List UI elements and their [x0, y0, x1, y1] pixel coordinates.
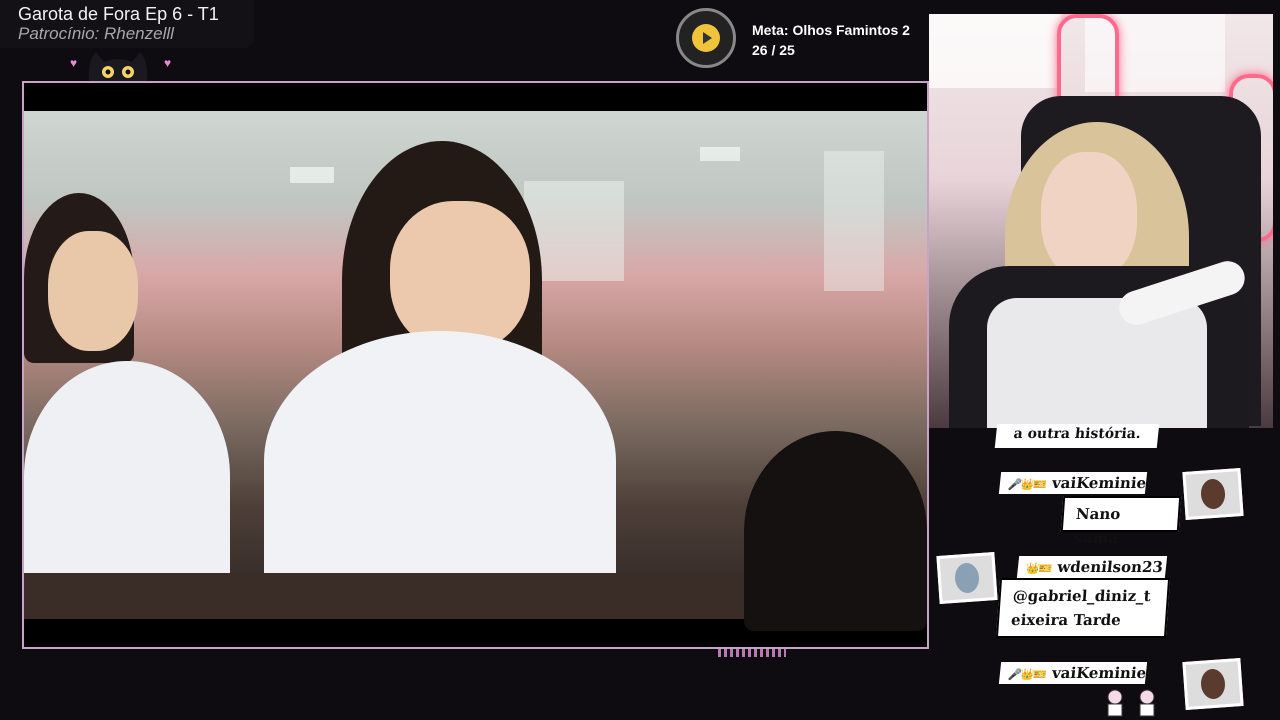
chat-message-bubble: Nano sama — [1060, 496, 1182, 547]
chat-badges: 👑🎫 — [1025, 562, 1052, 575]
chat-message-fragment: a outra história. — [994, 424, 1160, 448]
chat-avatar — [1182, 468, 1244, 520]
heart-icon: ♥ — [70, 56, 78, 70]
chat-message-text: Nano sama — [1073, 505, 1121, 547]
chat-username-tag: 🎤👑🎫 vaiKeminiel — [998, 472, 1153, 494]
chat-username-tag: 👑🎫 wdenilson23 — [1016, 556, 1168, 578]
goal-label: Meta: Olhos Famintos 2 — [752, 22, 910, 38]
sponsor-label: Patrocínio: Rhenzelll — [18, 24, 174, 43]
episode-title: Garota de Fora Ep 6 - T1 — [18, 4, 219, 24]
stream-title-box: Garota de Fora Ep 6 - T1 Patrocínio: Rhe… — [0, 0, 254, 48]
emote-icon — [1139, 689, 1155, 717]
streamer-face — [1041, 152, 1137, 280]
heart-icon: ♥ — [164, 56, 172, 70]
chat-avatar — [936, 552, 998, 604]
chat-badges: 🎤👑🎫 — [1007, 478, 1047, 491]
goal-count: 26 / 25 — [752, 42, 795, 58]
chat-username[interactable]: vaiKeminiel — [1051, 664, 1153, 682]
goal-progress-ring — [676, 8, 736, 68]
video-frame-image — [24, 111, 927, 631]
chat-message-bubble: @gabriel_diniz_teixeira Tarde — [995, 578, 1171, 638]
play-heart-icon — [692, 24, 720, 52]
chat-username[interactable]: vaiKeminiel — [1051, 474, 1153, 492]
chat-username-tag: 🎤👑🎫 vaiKeminiel — [998, 662, 1153, 684]
video-player[interactable] — [22, 81, 929, 649]
video-progress-decoration — [718, 649, 786, 657]
chat-avatar — [1182, 658, 1244, 710]
chat-username[interactable]: wdenilson23 — [1056, 558, 1163, 576]
graphic-tee — [987, 298, 1207, 428]
chat-badges: 🎤👑🎫 — [1007, 668, 1047, 681]
chat-message-text: @gabriel_diniz_teixeira Tarde — [1010, 587, 1152, 629]
webcam-feed — [929, 14, 1273, 428]
emote-icon — [1107, 689, 1123, 717]
